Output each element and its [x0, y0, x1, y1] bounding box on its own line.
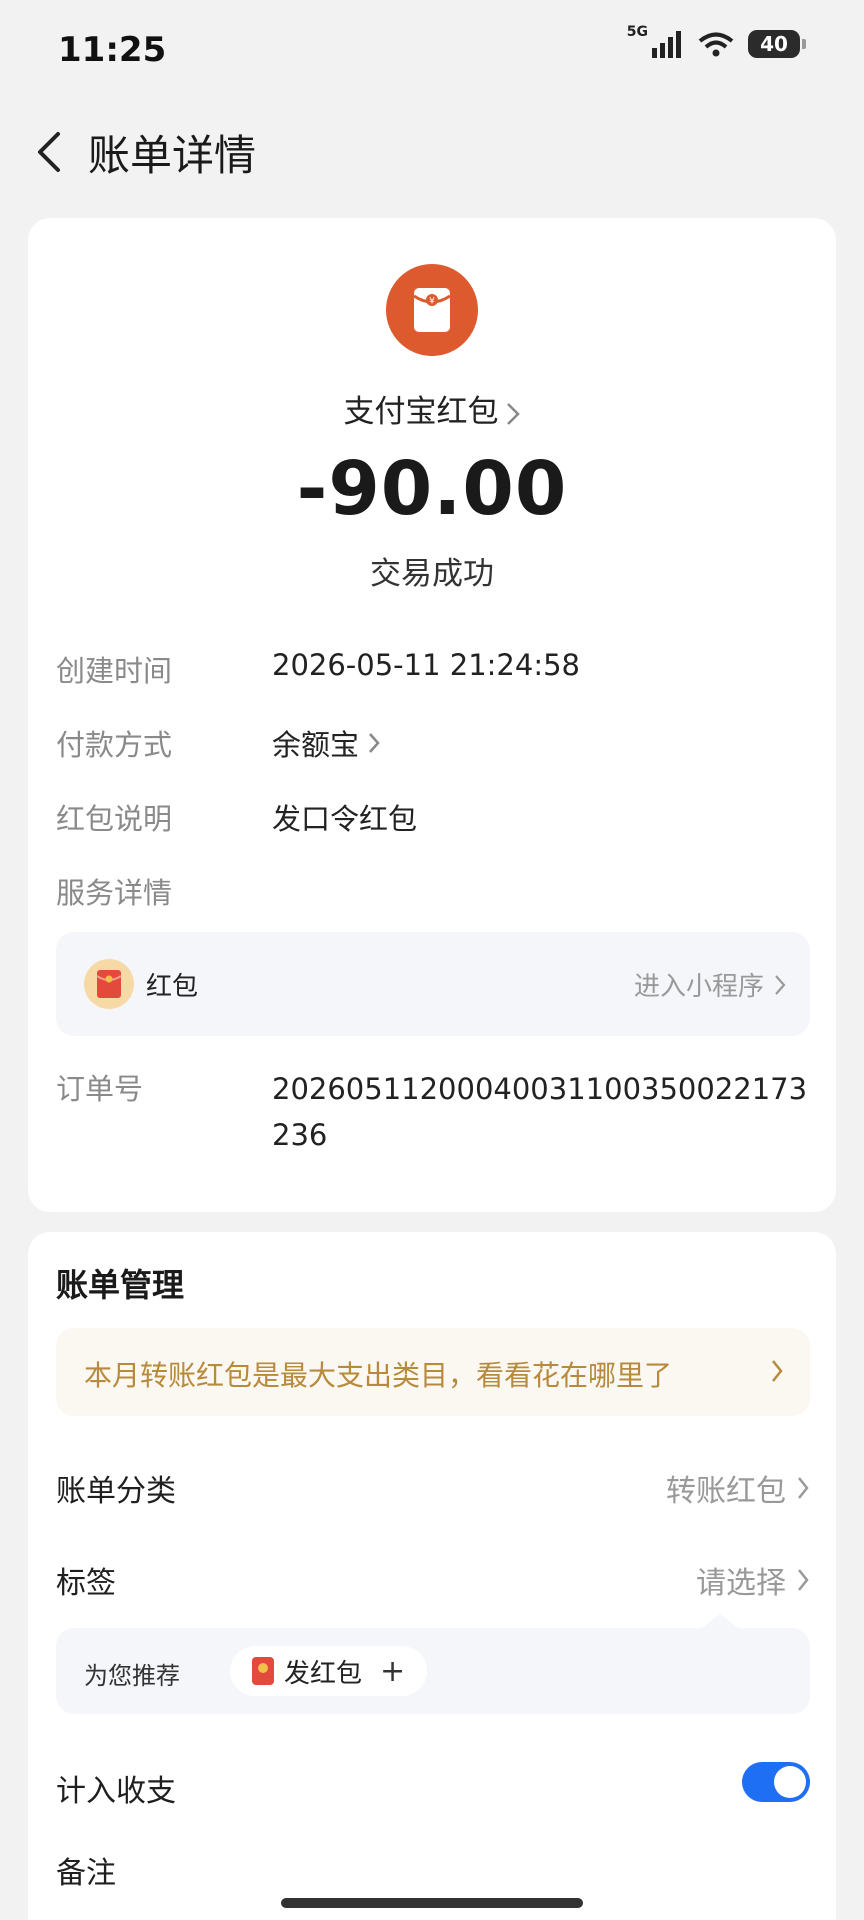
- remark-label: 备注: [56, 1856, 116, 1891]
- payee-name: 支付宝红包: [343, 394, 499, 430]
- bill-category-value: 转账红包: [666, 1474, 786, 1509]
- chevron-left-icon: [38, 132, 60, 172]
- red-envelope-icon: ¥: [386, 264, 478, 356]
- chevron-right-icon: [369, 733, 380, 753]
- amount: -90.00: [296, 446, 568, 532]
- transaction-status: 交易成功: [370, 556, 494, 592]
- bill-management-card: 账单管理 本月转账红包是最大支出类目，看看花在哪里了 账单分类 转账红包 标签 …: [28, 1232, 836, 1920]
- tag-value-wrap: 请选择: [696, 1558, 810, 1602]
- svg-text:¥: ¥: [429, 297, 435, 307]
- count-in-budget-row: 计入收支: [56, 1758, 810, 1818]
- screen: 11:25 5G 40 账单详情 ¥ 支付宝红包 -90.00 交易成功 创建时…: [0, 0, 864, 1920]
- created-time-label: 创建时间: [56, 654, 173, 688]
- home-indicator[interactable]: [281, 1898, 583, 1908]
- service-mini-program[interactable]: 红包 进入小程序: [56, 932, 810, 1036]
- back-button[interactable]: [22, 124, 78, 180]
- battery-icon: 40: [748, 30, 806, 58]
- chevron-right-icon: [798, 1569, 809, 1591]
- enter-mini-program-label: 进入小程序: [633, 972, 764, 1002]
- toggle-knob: [774, 1766, 806, 1798]
- recommend-label: 为您推荐: [84, 1662, 180, 1690]
- envelope-note-label: 红包说明: [56, 802, 173, 836]
- count-in-budget-toggle[interactable]: [742, 1762, 810, 1802]
- spending-insight-text: 本月转账红包是最大支出类目，看看花在哪里了: [84, 1359, 673, 1392]
- bill-category-row[interactable]: 账单分类 转账红包: [56, 1458, 810, 1518]
- service-name: 红包: [146, 972, 199, 1002]
- status-bar: 11:25 5G 40: [0, 0, 864, 100]
- chevron-right-icon: [775, 974, 786, 995]
- transaction-card: ¥ 支付宝红包 -90.00 交易成功 创建时间 2026-05-11 21:2…: [28, 218, 836, 1212]
- network-label: 5G: [626, 24, 648, 40]
- page-title: 账单详情: [88, 131, 257, 180]
- tag-label: 标签: [56, 1566, 116, 1601]
- tag-recommendations: 为您推荐 发红包 +: [56, 1614, 810, 1714]
- wifi-icon: [698, 32, 734, 57]
- count-in-budget-label: 计入收支: [56, 1774, 176, 1809]
- envelope-note-value: 发口令红包: [272, 802, 418, 836]
- remark-row[interactable]: 备注: [56, 1840, 810, 1900]
- plus-icon: +: [380, 1653, 406, 1689]
- status-time: 11:25: [58, 30, 167, 70]
- tag-row[interactable]: 标签 请选择: [56, 1550, 810, 1610]
- chevron-right-icon: [798, 1477, 809, 1499]
- chevron-right-icon: [506, 402, 520, 425]
- recommend-chip-label: 发红包: [284, 1658, 363, 1689]
- payee-link[interactable]: 支付宝红包: [28, 386, 836, 431]
- payment-method-value: 余额宝: [272, 728, 360, 762]
- service-details-label: 服务详情: [56, 876, 173, 910]
- popover-pointer: [702, 1614, 738, 1628]
- status-icons: 5G 40: [627, 24, 806, 58]
- payment-method-link[interactable]: 余额宝: [272, 722, 381, 764]
- spending-insight-banner[interactable]: 本月转账红包是最大支出类目，看看花在哪里了: [56, 1328, 810, 1416]
- created-time-value: 2026-05-11 21:24:58: [272, 648, 580, 682]
- header: 账单详情: [0, 100, 864, 200]
- bill-category-label: 账单分类: [56, 1474, 176, 1509]
- battery-level: 40: [760, 32, 788, 56]
- red-envelope-icon: [252, 1657, 274, 1685]
- tag-value: 请选择: [696, 1566, 786, 1601]
- red-envelope-icon: [84, 959, 134, 1009]
- bill-management-title: 账单管理: [56, 1266, 185, 1304]
- bill-category-value-wrap: 转账红包: [666, 1466, 810, 1510]
- chevron-right-icon: [772, 1360, 783, 1382]
- signal-icon: [652, 31, 681, 58]
- recommend-chip-red-envelope[interactable]: 发红包 +: [230, 1646, 428, 1696]
- enter-mini-program-link[interactable]: 进入小程序: [634, 966, 786, 1003]
- order-number-label: 订单号: [56, 1072, 144, 1106]
- payment-method-label: 付款方式: [56, 728, 173, 762]
- order-number-value: 20260511200040031100350022173236: [272, 1072, 808, 1152]
